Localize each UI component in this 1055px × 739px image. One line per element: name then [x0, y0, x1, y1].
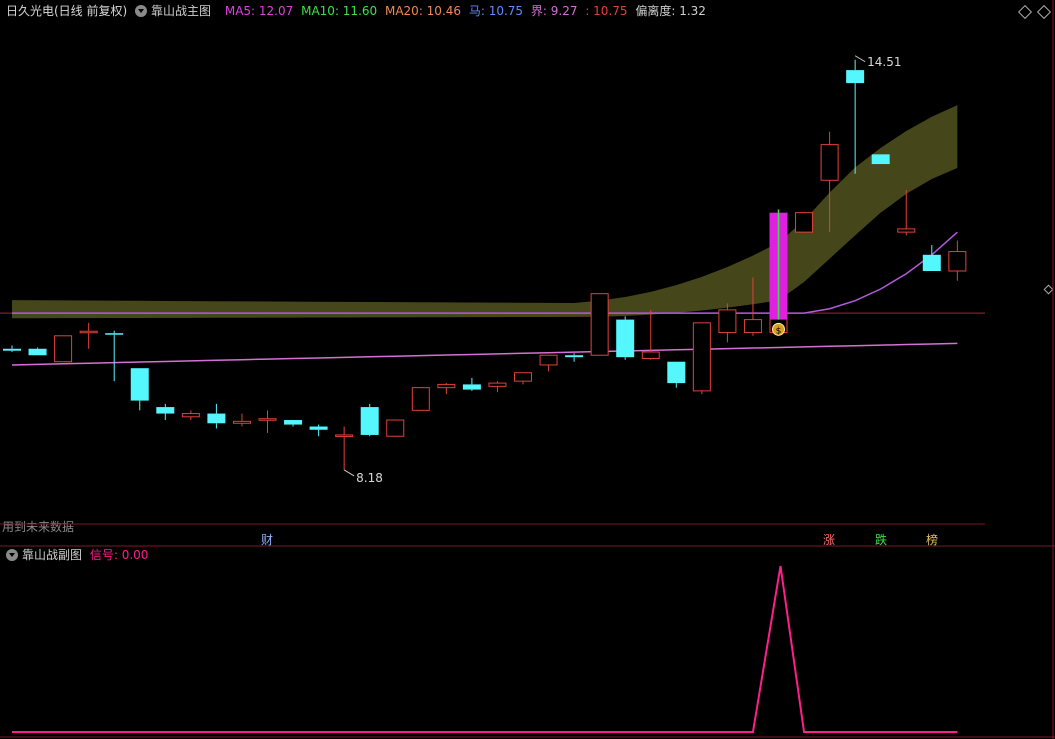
candle-body	[284, 420, 303, 425]
candle-body	[667, 361, 686, 384]
candle	[181, 410, 200, 421]
candle-body	[514, 372, 532, 382]
candle	[207, 403, 226, 429]
candle	[437, 383, 456, 395]
candle-body	[948, 251, 967, 272]
candle	[105, 330, 124, 382]
candle-body	[79, 330, 98, 334]
candle-body	[28, 348, 47, 356]
candle-body	[309, 426, 328, 430]
candle	[360, 403, 379, 437]
candle	[54, 335, 73, 363]
candle	[462, 377, 481, 391]
candle-body	[897, 228, 916, 233]
candle-body	[718, 309, 737, 334]
candle-body	[386, 419, 405, 437]
candle-body	[232, 420, 251, 424]
candle	[3, 345, 21, 352]
candle	[411, 387, 430, 411]
candle-body	[335, 434, 354, 437]
candle-body	[488, 382, 507, 387]
candle-body	[590, 293, 609, 356]
candle-body	[411, 387, 430, 411]
low-pointer	[343, 469, 355, 477]
candle-body	[743, 319, 762, 334]
candle-body	[437, 383, 456, 389]
candle	[846, 59, 865, 174]
candle-body	[156, 407, 175, 414]
candle-body	[360, 407, 379, 435]
candle	[641, 309, 660, 360]
candle	[871, 154, 890, 165]
candle-body	[565, 355, 584, 358]
candle	[284, 420, 303, 427]
candle-body	[692, 322, 711, 392]
candle	[795, 212, 814, 233]
candle	[590, 293, 609, 356]
candle-body	[105, 333, 124, 335]
candle-body	[54, 335, 73, 363]
candle	[309, 424, 328, 437]
boundary-line	[11, 342, 958, 366]
candle	[156, 403, 175, 421]
candle	[130, 368, 149, 411]
candle-body	[820, 144, 839, 181]
candle	[667, 361, 686, 388]
candle-body	[641, 351, 660, 359]
candle-body	[462, 384, 481, 390]
candle-body	[795, 212, 814, 233]
candle	[539, 354, 558, 372]
candle-body	[922, 254, 941, 271]
candle-body	[3, 348, 21, 351]
candle	[565, 353, 584, 362]
candle	[386, 419, 405, 437]
horse-band	[12, 105, 958, 319]
high-pointer	[854, 55, 866, 63]
candle	[28, 347, 47, 356]
candle-body	[130, 368, 149, 401]
candle-body	[616, 319, 635, 358]
candle-body	[258, 418, 277, 421]
signal-line	[12, 565, 958, 733]
candle	[616, 316, 635, 360]
high-label: 14.51	[867, 55, 901, 69]
candle	[488, 381, 507, 393]
candle	[335, 426, 354, 470]
candle-body	[846, 70, 865, 84]
candle-body	[539, 354, 558, 366]
candle	[79, 322, 98, 349]
candle	[948, 240, 967, 281]
low-label: 8.18	[356, 471, 383, 485]
candle-body	[871, 154, 890, 165]
coin-symbol: $	[776, 326, 782, 336]
candle-body	[181, 413, 200, 418]
candle	[692, 322, 711, 395]
candle-body	[207, 413, 226, 424]
candle	[514, 372, 532, 385]
candle	[258, 410, 277, 433]
chart-canvas: $14.51 8.18	[0, 0, 1055, 739]
candle	[232, 413, 251, 427]
candle	[718, 303, 737, 343]
